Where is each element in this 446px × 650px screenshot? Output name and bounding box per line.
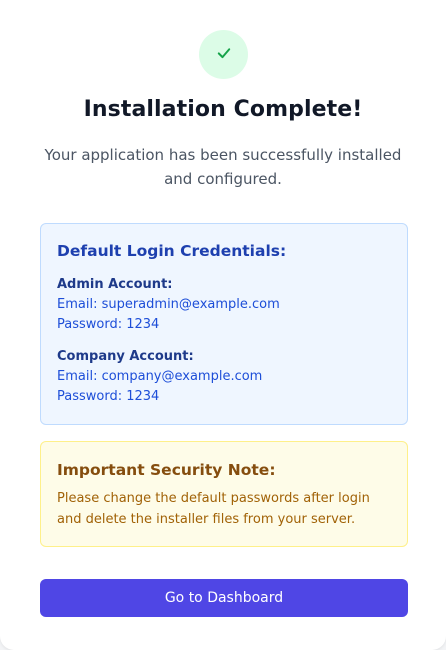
admin-account-label: Admin Account: [57, 277, 173, 292]
admin-email: Email: superadmin@example.com [57, 297, 280, 312]
admin-account-block: Admin Account: Email: superadmin@example… [57, 275, 280, 335]
page-title: Installation Complete! [83, 97, 363, 122]
go-to-dashboard-button[interactable]: Go to Dashboard [40, 579, 408, 617]
installation-complete-card: Installation Complete! Your application … [0, 0, 446, 650]
credentials-panel: Default Login Credentials: Admin Account… [40, 223, 408, 425]
checkmark-icon [215, 44, 233, 66]
success-message: Your application has been successfully i… [44, 146, 402, 188]
admin-password: Password: 1234 [57, 317, 160, 332]
company-account-block: Company Account: Email: company@example.… [57, 347, 262, 407]
company-account-label: Company Account: [57, 349, 194, 364]
company-password: Password: 1234 [57, 389, 160, 404]
company-email: Email: company@example.com [57, 369, 263, 384]
security-note-panel: Important Security Note: Please change t… [40, 441, 408, 547]
success-badge [199, 30, 248, 79]
credentials-heading: Default Login Credentials: [57, 242, 287, 260]
security-note-heading: Important Security Note: [57, 461, 276, 479]
security-note-message: Please change the default passwords afte… [57, 491, 370, 527]
